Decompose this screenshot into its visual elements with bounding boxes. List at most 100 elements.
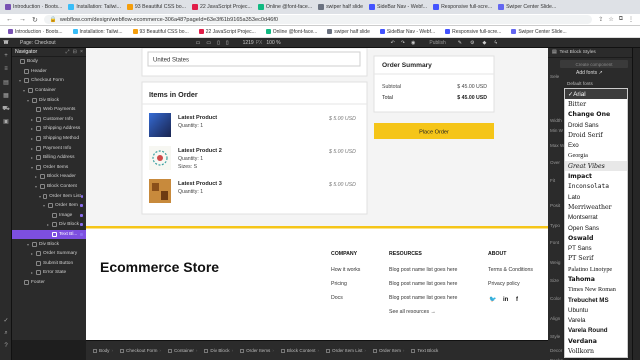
font-option[interactable]: Times New Roman <box>565 285 627 295</box>
navigator-item[interactable]: ▸ Error State <box>12 268 86 278</box>
webflow-logo-icon[interactable]: W <box>0 40 12 46</box>
footer-link[interactable]: Blog post name list goes here <box>389 281 457 287</box>
browser-tab[interactable]: 22 JavaScript Projec... <box>189 1 255 13</box>
caret-icon[interactable]: ▸ <box>31 117 35 122</box>
font-option[interactable]: Inconsolata <box>565 182 627 192</box>
navigator-item[interactable]: ▾ Order Item <box>12 201 86 211</box>
navigator-item[interactable]: ▸ Block Header <box>12 172 86 182</box>
caret-icon[interactable]: ▾ <box>39 194 42 199</box>
font-option[interactable]: Open Sans <box>565 223 627 233</box>
browser-tab[interactable]: 93 Beautiful CSS bo... <box>124 1 189 13</box>
navigator-item[interactable]: ▾ Checkout Form <box>12 76 86 86</box>
footer-link[interactable]: Pricing <box>331 281 347 287</box>
bookmark-item[interactable]: Installation: Tailwi... <box>69 29 127 35</box>
breadcrumb-item[interactable]: Checkout Form › <box>117 348 164 353</box>
navigator-item[interactable]: ▾ Order Item List <box>12 191 86 201</box>
browser-tab[interactable]: Responsive full-scre... <box>430 1 495 13</box>
caret-icon[interactable]: ▸ <box>31 126 35 131</box>
font-option[interactable]: Varela Round <box>565 326 627 336</box>
navigator-item[interactable]: Text Bl... <box>12 229 86 240</box>
navigator-item[interactable]: ▾ Div Block <box>12 239 86 249</box>
redo-icon[interactable]: ↷ <box>401 40 405 46</box>
breadcrumb-item[interactable]: Text Block <box>408 348 441 353</box>
navigator-item[interactable]: ▾ Block Content <box>12 182 86 192</box>
font-option[interactable]: Exo <box>565 140 627 150</box>
extensions-icon[interactable]: ⧉ <box>619 16 623 23</box>
caret-icon[interactable]: ▾ <box>27 98 31 103</box>
font-option[interactable]: Montserrat <box>565 213 627 223</box>
font-option[interactable]: Droid Serif <box>565 130 627 140</box>
back-icon[interactable]: ← <box>6 16 13 24</box>
footer-link[interactable]: Privacy policy <box>488 281 520 287</box>
navigator-item[interactable]: ▸ Billing Address <box>12 153 86 163</box>
font-option[interactable]: Change One <box>565 110 627 120</box>
checklist-icon[interactable]: ✓ <box>2 317 10 325</box>
navigator-item[interactable]: Web Payments <box>12 105 86 115</box>
brush-icon[interactable]: ✎ <box>458 40 462 46</box>
navigator-icon[interactable]: ≡ <box>2 66 10 74</box>
caret-icon[interactable]: ▸ <box>31 270 35 275</box>
caret-icon[interactable]: ▾ <box>35 184 39 189</box>
caret-icon[interactable]: ▾ <box>43 203 47 208</box>
caret-icon[interactable]: ▸ <box>31 155 35 160</box>
caret-icon[interactable]: ▾ <box>31 165 35 170</box>
footer-see-all-link[interactable]: See all resources → <box>389 309 436 315</box>
caret-icon[interactable]: ▸ <box>31 146 35 151</box>
font-option[interactable]: Impact <box>565 171 627 181</box>
font-option[interactable]: Vollkorn <box>565 346 627 356</box>
page-selector[interactable]: Page: Checkout <box>20 40 56 46</box>
caret-icon[interactable]: ▾ <box>23 88 27 93</box>
breadcrumb-item[interactable]: Block Content › <box>278 348 322 353</box>
font-option[interactable]: Oswald <box>565 233 627 243</box>
star-icon[interactable]: ☆ <box>608 16 613 23</box>
caret-icon[interactable]: ▸ <box>47 222 51 227</box>
font-option[interactable]: Bitter <box>565 99 627 109</box>
tablet-icon[interactable]: ▯ <box>217 40 220 46</box>
font-option[interactable]: Verdana <box>565 336 627 346</box>
bookmark-item[interactable]: Responsive full-scre... <box>441 29 505 35</box>
navigator-item[interactable]: Footer <box>12 278 86 288</box>
caret-icon[interactable]: ▸ <box>31 136 35 141</box>
browser-tab[interactable]: Installation: Tailwi... <box>65 1 124 13</box>
breadcrumb-item[interactable]: Order Item List › <box>323 348 369 353</box>
navigator-item[interactable]: ▸ Payment Info <box>12 143 86 153</box>
footer-link[interactable]: Blog post name list goes here <box>389 295 457 301</box>
settings-icon[interactable]: ⚙ <box>470 40 474 46</box>
breadcrumb-item[interactable]: Container › <box>165 348 200 353</box>
pages-icon[interactable]: ▤ <box>2 79 10 87</box>
breadcrumb-item[interactable]: Div Block › <box>201 348 236 353</box>
reload-icon[interactable]: ↻ <box>32 16 38 24</box>
caret-icon[interactable]: ▾ <box>19 78 23 83</box>
font-option[interactable]: Varela <box>565 316 627 326</box>
font-option[interactable]: Droid Sans <box>565 120 627 130</box>
add-fonts-link[interactable]: Add fonts ↗ <box>576 70 603 76</box>
breadcrumb-item[interactable]: Order Item › <box>370 348 407 353</box>
undo-icon[interactable]: ↶ <box>391 40 395 46</box>
add-icon[interactable]: + <box>2 53 10 61</box>
navigator-item[interactable]: ▾ Order Items <box>12 163 86 173</box>
font-option[interactable]: Lato <box>565 192 627 202</box>
font-option[interactable]: Trebuchet MS <box>565 295 627 305</box>
footer-link[interactable]: Terms & Conditions <box>488 267 533 273</box>
navigator-item[interactable]: Submit Button <box>12 258 86 268</box>
bookmark-item[interactable]: Swiper Center Slide... <box>507 29 570 35</box>
pin-icon[interactable]: ⊟ <box>73 49 77 56</box>
cms-icon[interactable]: ▦ <box>2 92 10 100</box>
navigator-item[interactable]: ▸ Shipping Address <box>12 124 86 134</box>
footer-link[interactable]: Blog post name list goes here <box>389 267 457 273</box>
bookmark-item[interactable]: 93 Beautiful CSS bo... <box>129 29 193 35</box>
browser-tab[interactable]: Swiper Center Slide... <box>495 1 559 13</box>
lightning-icon[interactable]: ϟ <box>494 40 497 46</box>
bookmark-item[interactable]: 22 JavaScript Projec... <box>195 29 260 35</box>
navigator-item[interactable]: ▸ Div Block <box>12 220 86 230</box>
caret-icon[interactable]: ▾ <box>27 242 31 247</box>
browser-tab[interactable]: Online @font-face... <box>255 1 315 13</box>
navigator-item[interactable]: Image <box>12 211 86 221</box>
desktop-icon[interactable]: ▭ <box>196 40 201 46</box>
ecommerce-icon[interactable]: ⛟ <box>2 105 10 113</box>
navigator-item[interactable]: ▸ Customer Info <box>12 115 86 125</box>
font-option[interactable]: Tahoma <box>565 274 627 284</box>
phone-icon[interactable]: ▯ <box>226 40 229 46</box>
navigator-item[interactable]: Body <box>12 57 86 67</box>
bookmark-item[interactable]: Online @font-face... <box>262 29 322 35</box>
